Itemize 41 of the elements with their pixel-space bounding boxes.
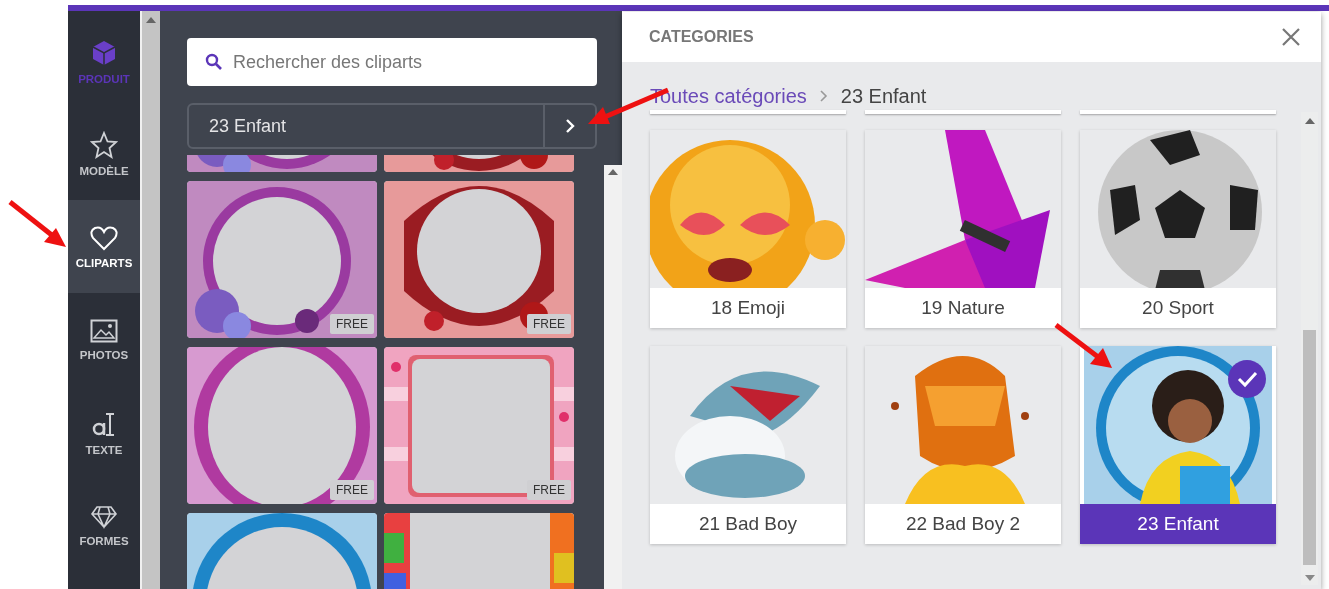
sidebar-item[interactable]: MODÈLE	[68, 107, 140, 200]
free-badge: FREE	[527, 480, 571, 500]
chevron-right-icon	[818, 90, 829, 102]
scroll-thumb[interactable]	[1303, 330, 1316, 565]
category-card[interactable]: 23 Enfant	[1080, 346, 1276, 544]
category-card[interactable]: 21 Bad Boy	[650, 346, 846, 544]
star-icon	[90, 130, 118, 159]
scroll-down-icon[interactable]	[1305, 575, 1315, 581]
sidebar-item[interactable]: CLIPARTS	[68, 200, 140, 293]
category-label: 19 Nature	[865, 288, 1061, 328]
category-card[interactable]: 19 Nature	[865, 130, 1061, 328]
category-value: 23 Enfant	[208, 114, 288, 138]
annotation-arrow	[8, 200, 66, 247]
sidebar-item[interactable]: TEXTE	[68, 386, 140, 479]
free-badge: FREE	[330, 480, 374, 500]
image-icon	[90, 318, 118, 343]
category-label: 22 Bad Boy 2	[865, 504, 1061, 544]
scrollbar[interactable]	[140, 11, 160, 589]
category-card[interactable]: 22 Bad Boy 2	[865, 346, 1061, 544]
heart-icon	[90, 224, 118, 251]
breadcrumb-current: 23 Enfant	[840, 84, 927, 108]
sidebar-item[interactable]: FORMES	[68, 479, 140, 572]
cube-icon	[90, 39, 118, 67]
annotation-arrow	[1054, 323, 1112, 368]
scroll-up-icon[interactable]	[1305, 118, 1315, 124]
chevron-right-icon	[564, 118, 576, 134]
search-field[interactable]: Rechercher des cliparts	[187, 38, 597, 86]
free-badge: FREE	[527, 314, 571, 334]
category-select[interactable]: 23 Enfant	[187, 103, 597, 149]
category-label: 21 Bad Boy	[650, 504, 846, 544]
free-badge: FREE	[330, 314, 374, 334]
category-label: 23 Enfant	[1080, 504, 1276, 544]
category-card[interactable]: 18 Emoji	[650, 130, 846, 328]
category-label: 18 Emoji	[650, 288, 846, 328]
sidebar-item[interactable]: PHOTOS	[68, 293, 140, 386]
close-icon[interactable]	[1281, 27, 1301, 47]
scrollbar[interactable]	[604, 165, 622, 589]
diamond-icon	[90, 504, 118, 529]
category-card[interactable]: 20 Sport	[1080, 130, 1276, 328]
category-label: 20 Sport	[1080, 288, 1276, 328]
dialog-title: CATEGORIES	[649, 28, 754, 46]
